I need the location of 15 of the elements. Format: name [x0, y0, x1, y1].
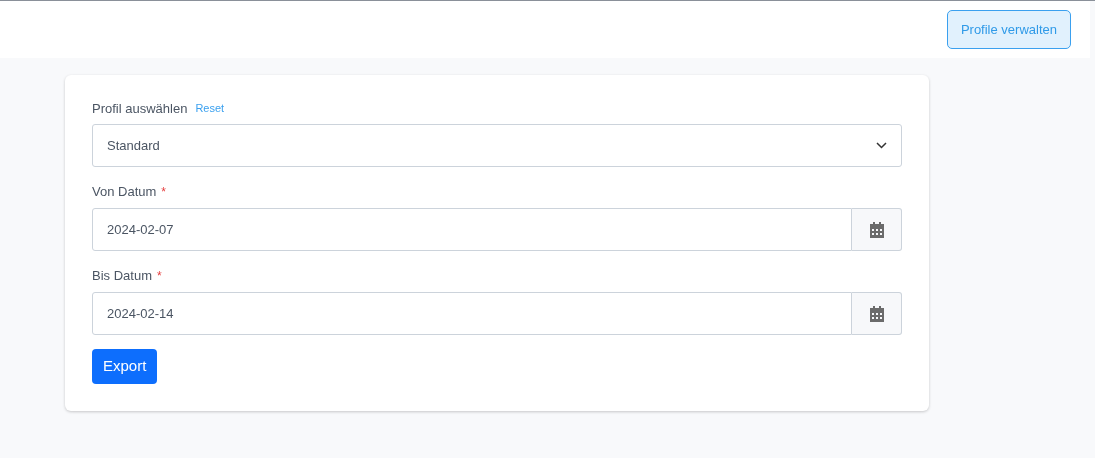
required-mark: *: [161, 183, 166, 201]
date-field[interactable]: 2024-02-14: [92, 292, 852, 335]
field-label: Von Datum: [92, 182, 157, 201]
date-field[interactable]: 2024-02-07: [92, 208, 852, 251]
chevron-down-icon: [876, 142, 887, 149]
required-mark: *: [156, 267, 162, 285]
calendar-icon: [869, 305, 884, 322]
calendar-button[interactable]: [852, 208, 902, 251]
calendar-icon: [869, 221, 884, 238]
select-value: Standard: [107, 136, 160, 155]
profile-label: Profil auswählen: [92, 99, 188, 118]
export-button[interactable]: Export: [92, 349, 158, 384]
profile-select[interactable]: Standard: [92, 124, 902, 167]
field-label: Bis Datum: [92, 266, 152, 285]
calendar-button[interactable]: [852, 292, 902, 335]
